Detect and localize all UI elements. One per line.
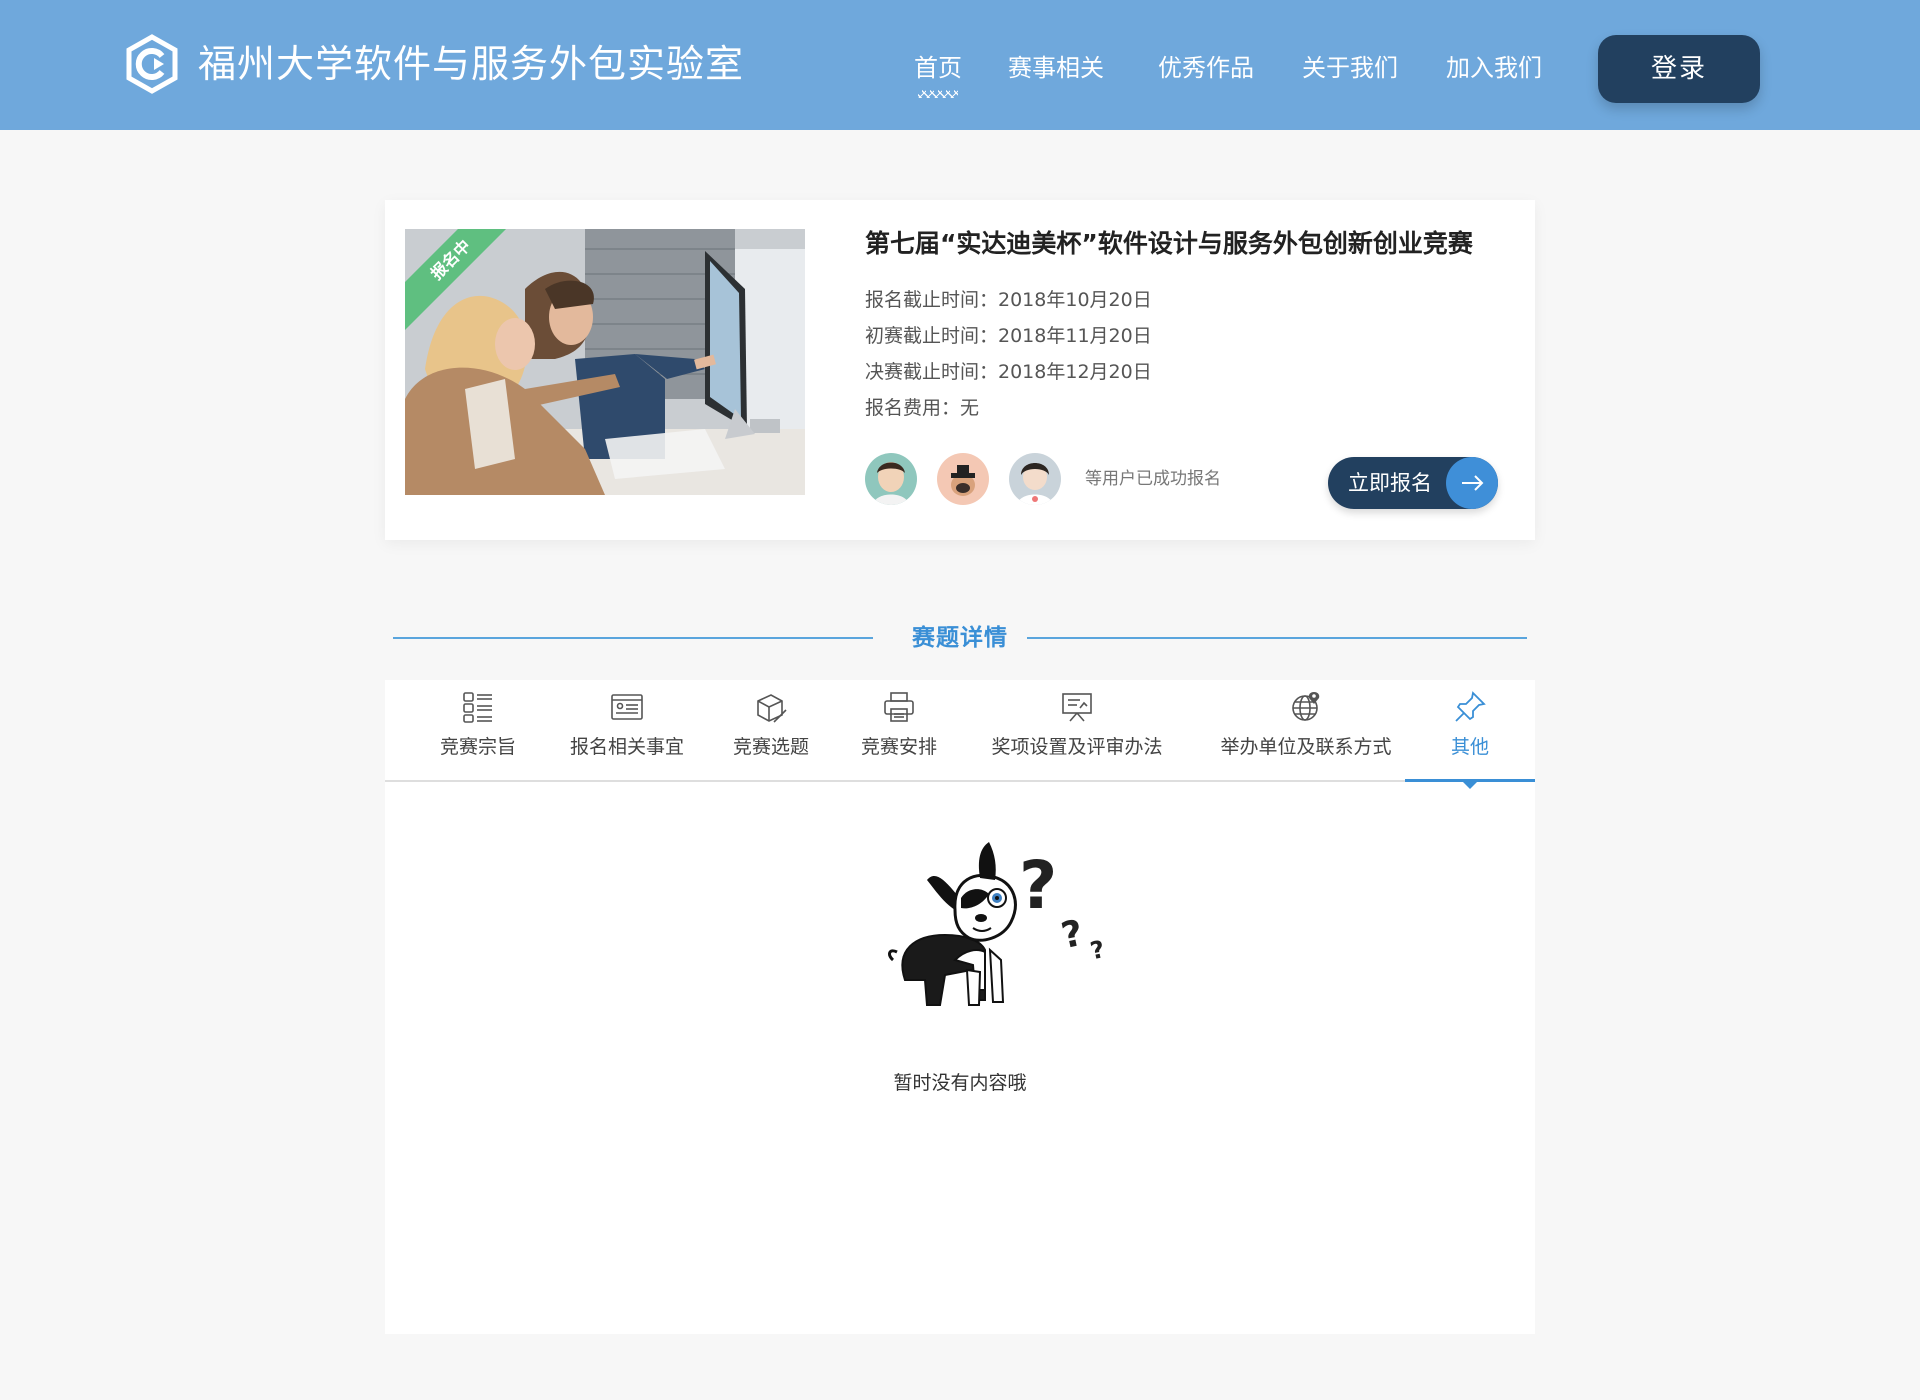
preliminary-deadline: 初赛截止时间：2018年11月20日 bbox=[865, 325, 1152, 347]
presentation-board-icon bbox=[1062, 693, 1092, 722]
arrow-right-icon bbox=[1446, 457, 1498, 509]
tab-other[interactable]: 其他 bbox=[1405, 680, 1535, 789]
nav-item-competitions[interactable]: 赛事相关 bbox=[1008, 48, 1104, 88]
tab-awards[interactable]: 奖项设置及评审办法 bbox=[985, 680, 1169, 782]
id-card-icon bbox=[611, 694, 643, 720]
tab-label: 竞赛选题 bbox=[732, 736, 809, 758]
section-heading: 赛题详情 bbox=[0, 622, 1920, 658]
tab-label: 举办单位及联系方式 bbox=[1220, 736, 1392, 758]
nav-item-join[interactable]: 加入我们 bbox=[1446, 48, 1542, 88]
nav-item-home[interactable]: 首页 bbox=[914, 48, 962, 98]
tab-label: 奖项设置及评审办法 bbox=[991, 736, 1163, 758]
tab-purpose[interactable]: 竞赛宗旨 bbox=[430, 680, 526, 782]
list-grid-icon bbox=[463, 692, 492, 723]
final-deadline: 决赛截止时间：2018年12月20日 bbox=[865, 361, 1152, 383]
printer-icon bbox=[884, 692, 914, 722]
tab-schedule[interactable]: 竞赛安排 bbox=[851, 680, 947, 782]
nav-item-about[interactable]: 关于我们 bbox=[1302, 48, 1398, 88]
competition-details-panel: 竞赛宗旨 报名相关事宜 竞赛选题 竞赛安排 奖项设置及评审办法 举办单位及联系方… bbox=[385, 680, 1535, 1334]
avatar[interactable] bbox=[865, 453, 917, 505]
tab-label: 其他 bbox=[1450, 736, 1489, 758]
pin-icon bbox=[1455, 691, 1486, 722]
top-header: 福州大学软件与服务外包实验室 首页 赛事相关 优秀作品 关于我们 加入我们 登录 bbox=[0, 0, 1920, 130]
competition-title[interactable]: 第七届“实达迪美杯”软件设计与服务外包创新创业竞赛 bbox=[865, 224, 1473, 264]
empty-state-message: 暂时没有内容哦 bbox=[893, 1072, 1027, 1094]
detail-tabs: 竞赛宗旨 报名相关事宜 竞赛选题 竞赛安排 奖项设置及评审办法 举办单位及联系方… bbox=[385, 680, 1535, 789]
register-now-label: 立即报名 bbox=[1348, 471, 1432, 495]
svg-text:?: ? bbox=[1019, 847, 1057, 924]
globe-pin-icon bbox=[1292, 692, 1320, 721]
registered-users-note: 等用户已成功报名 bbox=[1085, 469, 1221, 489]
login-button[interactable]: 登录 bbox=[1598, 35, 1760, 103]
competition-info: 报名截止时间：2018年10月20日 初赛截止时间：2018年11月20日 决赛… bbox=[865, 282, 1152, 426]
registration-fee: 报名费用：无 bbox=[865, 397, 980, 419]
tab-topics[interactable]: 竞赛选题 bbox=[723, 680, 819, 782]
register-now-button[interactable]: 立即报名 bbox=[1328, 457, 1498, 509]
active-tab-caret-icon bbox=[1462, 781, 1478, 789]
competition-card: 报名中 第七届“实达迪美杯”软件设计与服务外包创新创业竞赛 报名截止时间：201… bbox=[385, 200, 1535, 540]
svg-text:?: ? bbox=[1058, 913, 1087, 957]
tab-label: 竞赛安排 bbox=[860, 736, 937, 758]
empty-state: ? ? ? 暂时没有内容哦 bbox=[385, 840, 1535, 1140]
nav-item-works[interactable]: 优秀作品 bbox=[1158, 48, 1254, 88]
box-pencil-icon bbox=[757, 694, 787, 723]
competition-image[interactable]: 报名中 bbox=[405, 229, 805, 495]
tab-organizers[interactable]: 举办单位及联系方式 bbox=[1213, 680, 1399, 782]
section-divider-right bbox=[1027, 637, 1527, 639]
tab-registration-matters[interactable]: 报名相关事宜 bbox=[563, 680, 691, 782]
avatar[interactable] bbox=[1009, 453, 1061, 505]
section-divider-left bbox=[393, 637, 873, 639]
registration-deadline: 报名截止时间：2018年10月20日 bbox=[865, 289, 1152, 311]
confused-dog-illustration: ? ? ? bbox=[888, 842, 1107, 1006]
svg-text:?: ? bbox=[1088, 935, 1107, 965]
avatar[interactable] bbox=[937, 453, 989, 505]
tab-label: 竞赛宗旨 bbox=[439, 736, 516, 758]
section-title: 赛题详情 bbox=[912, 625, 1008, 651]
tab-label: 报名相关事宜 bbox=[569, 736, 684, 758]
